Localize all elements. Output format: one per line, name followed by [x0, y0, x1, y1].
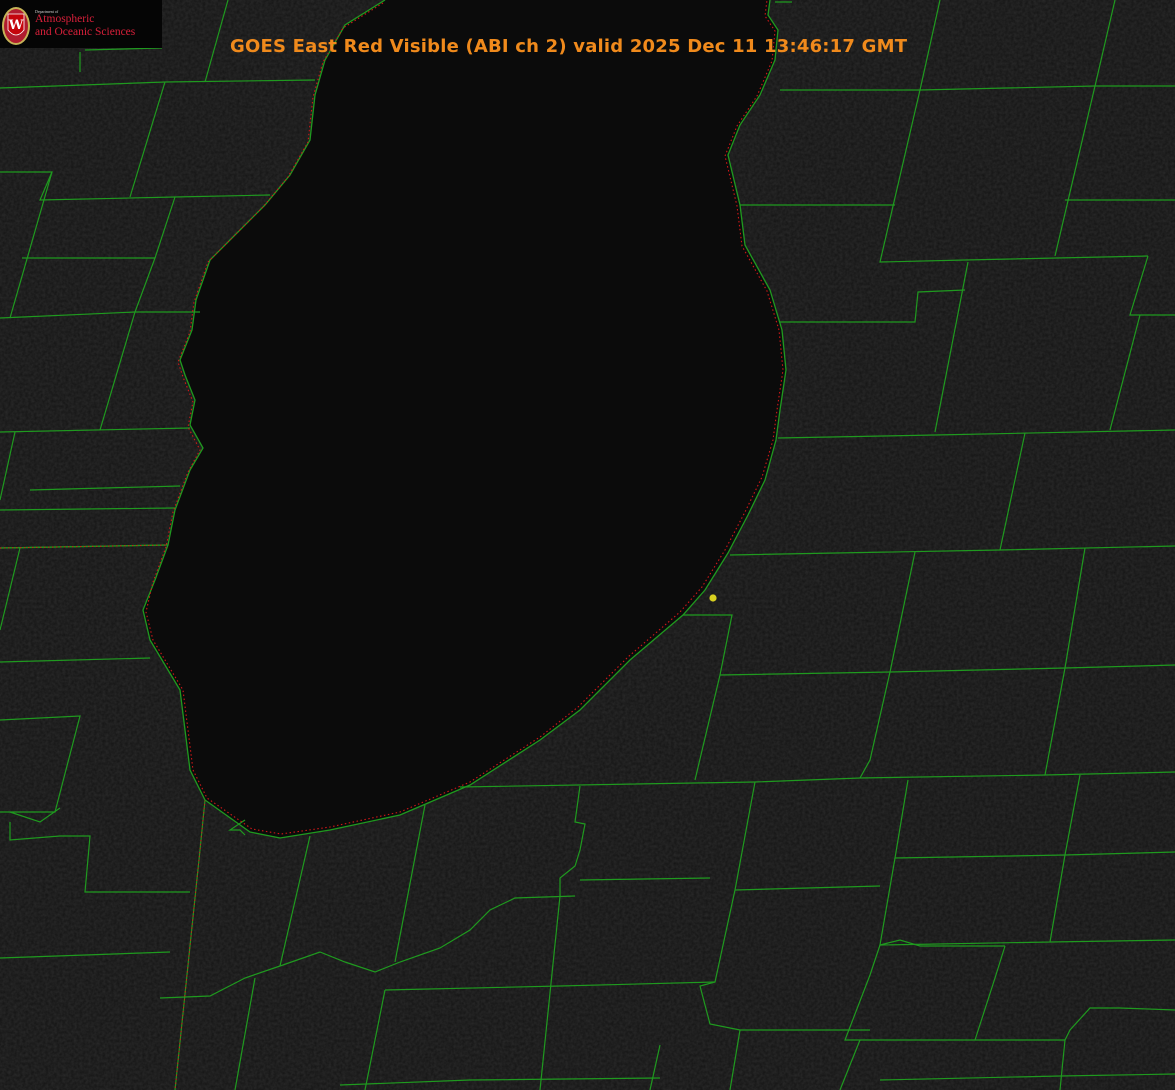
uw-aos-logo: W Department of Atmospheric and Oceanic …	[0, 0, 162, 48]
satellite-map	[0, 0, 1175, 1090]
station-marker	[709, 594, 717, 602]
logo-line2: and Oceanic Sciences	[35, 26, 136, 38]
logo-seal-letter: W	[8, 18, 24, 33]
image-title: GOES East Red Visible (ABI ch 2) valid 2…	[230, 36, 908, 57]
uw-crest-icon: W	[2, 7, 30, 45]
logo-line1: Atmospheric	[35, 13, 95, 25]
